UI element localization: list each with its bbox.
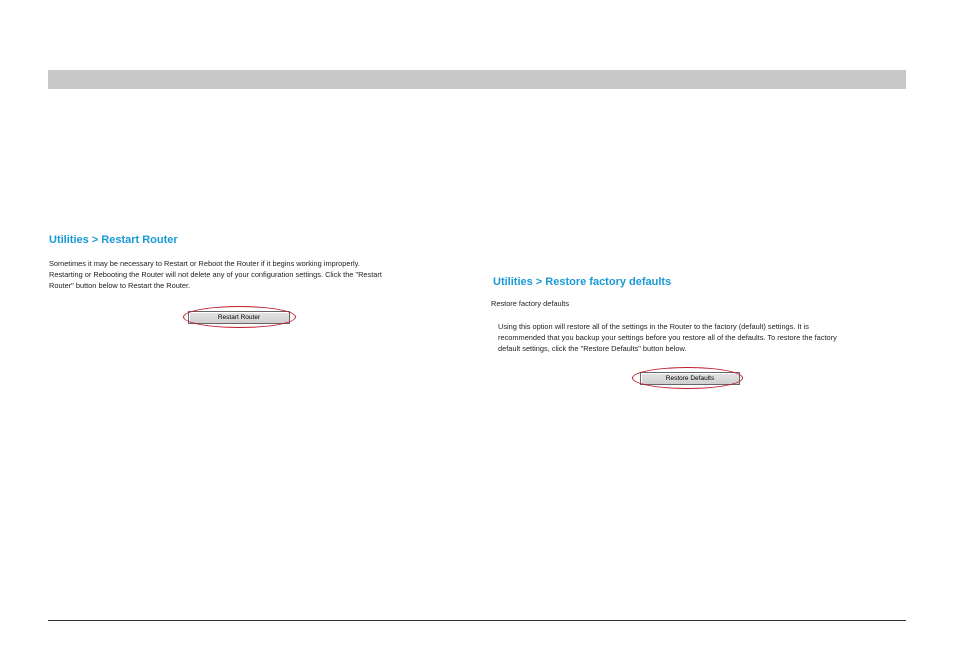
restart-router-description: Sometimes it may be necessary to Restart… (49, 258, 429, 291)
restart-router-title: Utilities > Restart Router (49, 234, 178, 246)
restore-description-line-3: default settings, click the "Restore Def… (498, 344, 687, 353)
restore-defaults-description: Using this option will restore all of th… (498, 321, 878, 354)
restart-router-button[interactable]: Restart Router (188, 311, 290, 324)
restart-description-line-1: Sometimes it may be necessary to Restart… (49, 259, 360, 268)
header-bar (48, 70, 906, 89)
restore-description-line-1: Using this option will restore all of th… (498, 322, 809, 331)
restart-description-line-2: Restarting or Rebooting the Router will … (49, 270, 382, 279)
restart-description-line-3: Router" button below to Restart the Rout… (49, 281, 191, 290)
restore-defaults-button[interactable]: Restore Defaults (640, 372, 740, 385)
restore-defaults-subtitle: Restore factory defaults (491, 299, 570, 308)
restore-description-line-2: recommended that you backup your setting… (498, 333, 837, 342)
footer-divider (48, 620, 906, 621)
restore-defaults-title: Utilities > Restore factory defaults (493, 276, 672, 288)
